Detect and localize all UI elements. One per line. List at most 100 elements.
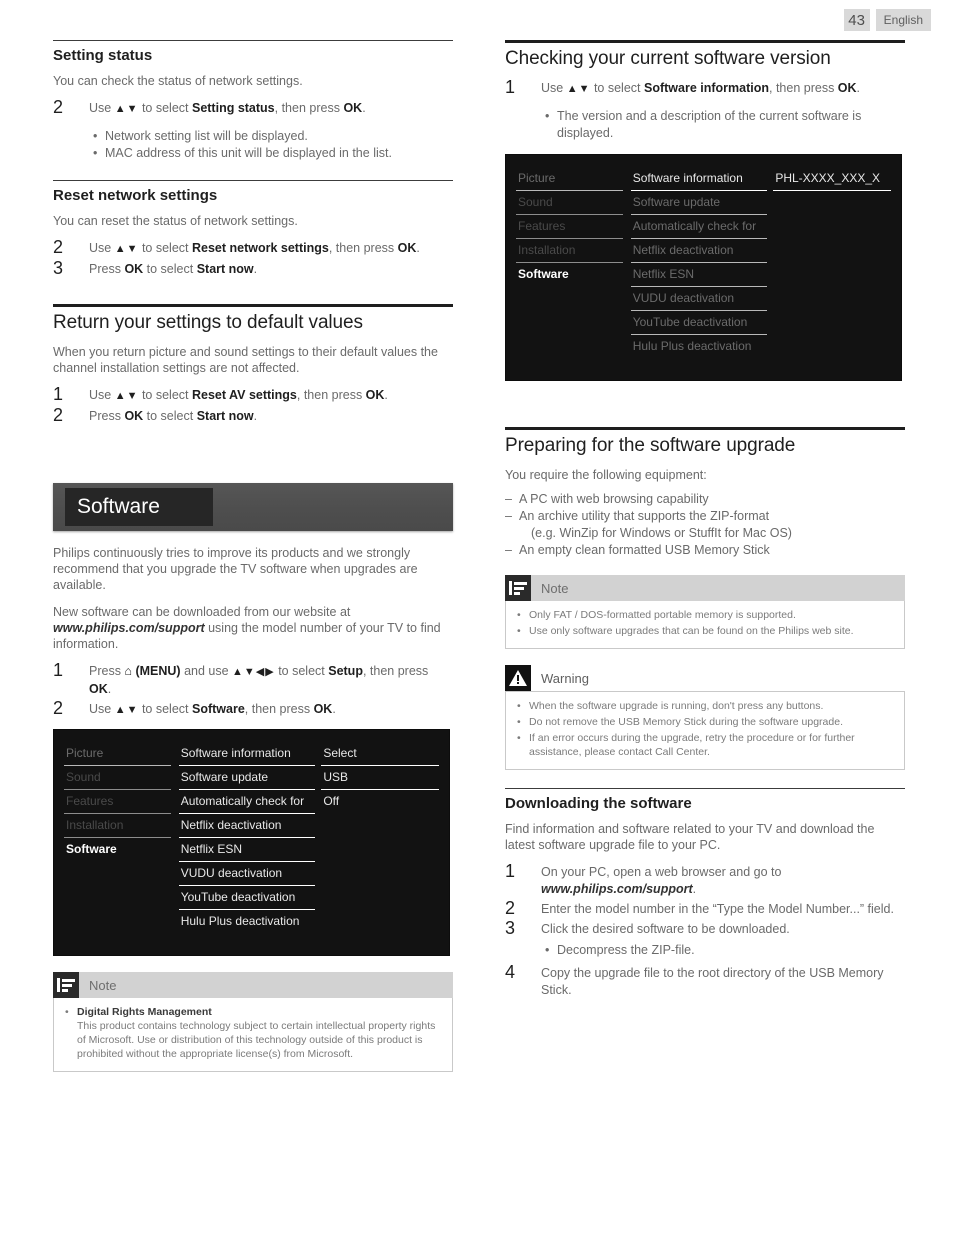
- tv-menu-value-software-version: PHL-XXXX_XXX_X: [773, 167, 891, 191]
- tv-menu-column-options: Software information Software update Aut…: [630, 167, 774, 358]
- dash-item: An archive utility that supports the ZIP…: [505, 508, 905, 542]
- step-number: 1: [53, 660, 64, 680]
- tv-menu-option-netflix-esn[interactable]: Netflix ESN: [630, 263, 768, 287]
- tv-menu-option-software-information[interactable]: Software information: [630, 167, 768, 191]
- step-text: Use ▲▼ to select Software information, t…: [541, 81, 861, 95]
- section-divider: [53, 180, 453, 181]
- heading-preparing-upgrade: Preparing for the software upgrade: [505, 435, 796, 456]
- step-text: Use ▲▼ to select Reset AV settings, then…: [89, 388, 388, 402]
- step-item: 1 Use ▲▼ to select Software information,…: [505, 77, 905, 98]
- step-item: 4 Copy the upgrade file to the root dire…: [505, 962, 905, 999]
- page-number: 43: [843, 9, 870, 31]
- home-menu-icon: ⌂ (MENU): [124, 664, 181, 678]
- tv-menu-item-features[interactable]: Features: [516, 215, 623, 239]
- tv-menu-item-software[interactable]: Software: [516, 263, 623, 286]
- software-intro-para1: Philips continuously tries to improve it…: [53, 546, 418, 592]
- tv-menu-item-picture[interactable]: Picture: [64, 742, 171, 766]
- checking-version-steps: 1 Use ▲▼ to select Software information,…: [505, 77, 905, 98]
- tv-menu-column-categories: Picture Sound Features Installation Soft…: [516, 167, 631, 358]
- step-item: 1 Use ▲▼ to select Reset AV settings, th…: [53, 384, 453, 405]
- step-number: 2: [53, 237, 64, 257]
- tv-menu-item-software[interactable]: Software: [64, 838, 171, 861]
- tv-menu-option-hulu-plus-deactivation[interactable]: Hulu Plus deactivation: [631, 335, 768, 358]
- setting-status-bullets: Network setting list will be displayed. …: [53, 128, 453, 162]
- downloading-steps-cont: 4 Copy the upgrade file to the root dire…: [505, 962, 905, 999]
- return-defaults-steps: 1 Use ▲▼ to select Reset AV settings, th…: [53, 384, 453, 425]
- step-text: Copy the upgrade file to the root direct…: [541, 966, 884, 997]
- philips-support-url[interactable]: www.philips.com/support: [53, 621, 205, 635]
- tv-menu-item-features[interactable]: Features: [64, 790, 171, 814]
- tv-menu-option-netflix-deactivation[interactable]: Netflix deactivation: [630, 239, 768, 263]
- tv-menu-item-installation[interactable]: Installation: [516, 239, 623, 263]
- note-icon: [505, 575, 531, 601]
- tv-menu-option-youtube-deactivation[interactable]: YouTube deactivation: [178, 886, 316, 910]
- arrow-keys-icon: ▲▼: [114, 243, 139, 255]
- tv-menu-item-sound[interactable]: Sound: [516, 191, 623, 215]
- tv-menu-value-select[interactable]: Select: [321, 742, 439, 766]
- section-downloading: Downloading the software Find informatio…: [505, 788, 905, 999]
- preparing-intro: You require the following equipment:: [505, 468, 707, 482]
- arrow-keys-icon: ▲▼: [114, 103, 139, 115]
- bullet-item: Network setting list will be displayed.: [93, 128, 453, 145]
- step-number: 3: [53, 258, 64, 278]
- tv-menu-option-youtube-deactivation[interactable]: YouTube deactivation: [630, 311, 768, 335]
- step-number: 2: [53, 97, 64, 117]
- step-number: 1: [505, 77, 516, 97]
- tv-menu-item-sound[interactable]: Sound: [64, 766, 171, 790]
- tv-menu-option-netflix-esn[interactable]: Netflix ESN: [178, 838, 316, 862]
- warning-item: If an error occurs during the upgrade, r…: [515, 731, 895, 759]
- tv-menu-option-software-information[interactable]: Software information: [178, 742, 316, 766]
- warning-icon: [505, 665, 531, 691]
- dash-item: An empty clean formatted USB Memory Stic…: [505, 542, 905, 559]
- warning-title: Warning: [541, 670, 589, 686]
- tv-menu-option-automatically-check-for[interactable]: Automatically check for: [630, 215, 768, 239]
- reset-network-steps: 2 Use ▲▼ to select Reset network setting…: [53, 237, 453, 278]
- step-item: 3 Click the desired software to be downl…: [505, 918, 905, 938]
- tv-menu-option-software-update[interactable]: Software update: [178, 766, 316, 790]
- step-text: Use ▲▼ to select Reset network settings,…: [89, 241, 420, 255]
- tv-menu-value-usb[interactable]: USB: [321, 766, 439, 790]
- section-divider: [53, 40, 453, 41]
- arrow-keys-icon: ▲▼◀▶: [232, 666, 275, 678]
- step-text: Use ▲▼ to select Software, then press OK…: [89, 702, 336, 716]
- reset-network-intro: You can reset the status of network sett…: [53, 214, 298, 228]
- tv-menu-option-vudu-deactivation[interactable]: VUDU deactivation: [630, 287, 768, 311]
- tv-menu-option-hulu-plus-deactivation[interactable]: Hulu Plus deactivation: [179, 910, 316, 933]
- software-intro-steps: 1 Press ⌂ (MENU) and use ▲▼◀▶ to select …: [53, 660, 453, 719]
- bullet-item: Decompress the ZIP-file.: [545, 942, 905, 959]
- step-text: Press ⌂ (MENU) and use ▲▼◀▶ to select Se…: [89, 664, 429, 696]
- note-item: Digital Rights Management This product c…: [63, 1005, 443, 1061]
- note-item-text: This product contains technology subject…: [77, 1020, 436, 1060]
- section-return-defaults: Return your settings to default values W…: [53, 304, 453, 425]
- tv-menu-screenshot-left: Picture Sound Features Installation Soft…: [53, 729, 450, 956]
- checking-version-bullets: The version and a description of the cur…: [505, 108, 905, 142]
- tv-menu-option-software-update[interactable]: Software update: [630, 191, 768, 215]
- tv-menu-column-categories: Picture Sound Features Installation Soft…: [64, 742, 179, 933]
- philips-support-url[interactable]: www.philips.com/support: [541, 882, 693, 896]
- step-number: 1: [505, 861, 516, 881]
- downloading-intro: Find information and software related to…: [505, 822, 875, 852]
- step-number: 2: [505, 898, 516, 918]
- step-item: 2 Use ▲▼ to select Setting status, then …: [53, 97, 453, 118]
- downloading-sub-bullets: Decompress the ZIP-file.: [505, 942, 905, 959]
- step-text: Press OK to select Start now.: [89, 409, 258, 423]
- step-item: 3 Press OK to select Start now.: [53, 258, 453, 278]
- tv-menu-value-off[interactable]: Off: [321, 790, 439, 813]
- software-banner-label: Software: [65, 488, 213, 526]
- tv-menu-item-picture[interactable]: Picture: [516, 167, 623, 191]
- section-divider-thick: [505, 427, 905, 430]
- tv-menu-option-vudu-deactivation[interactable]: VUDU deactivation: [178, 862, 316, 886]
- tv-menu-item-installation[interactable]: Installation: [64, 814, 171, 838]
- arrow-keys-icon: ▲▼: [114, 704, 139, 716]
- step-text: On your PC, open a web browser and go to…: [541, 865, 782, 896]
- step-number: 2: [53, 405, 64, 425]
- arrow-keys-icon: ▲▼: [566, 83, 591, 95]
- heading-downloading: Downloading the software: [505, 795, 692, 812]
- tv-menu-screenshot-right: Picture Sound Features Installation Soft…: [505, 154, 902, 381]
- tv-menu-option-automatically-check-for[interactable]: Automatically check for: [178, 790, 316, 814]
- note-callout-left: Note Digital Rights Management This prod…: [53, 972, 453, 1072]
- language-badge: English: [875, 9, 931, 31]
- bullet-item: The version and a description of the cur…: [545, 108, 905, 142]
- tv-menu-option-netflix-deactivation[interactable]: Netflix deactivation: [178, 814, 316, 838]
- dash-item: A PC with web browsing capability: [505, 491, 905, 508]
